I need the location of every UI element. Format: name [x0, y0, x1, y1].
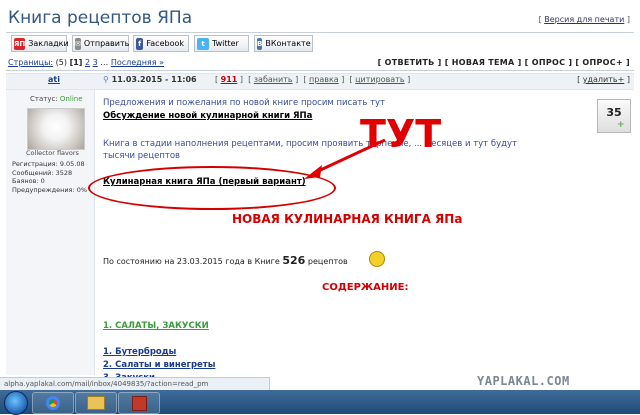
pager-label[interactable]: Страницы:	[8, 58, 53, 67]
plus-icon[interactable]: +	[617, 121, 626, 130]
edit-link[interactable]: правка	[309, 75, 339, 84]
chrome-icon	[46, 396, 60, 410]
topic-actions[interactable]: [ ОТВЕТИТЬ ] [ НОВАЯ ТЕМА ] [ ОПРОС ] [ …	[378, 58, 630, 67]
divider	[6, 32, 634, 33]
pager-current: [1]	[69, 58, 83, 67]
book-heading: НОВАЯ КУЛИНАРНАЯ КНИГА ЯПа	[232, 212, 463, 226]
user-stats: Регистрация: 9.05.08 Сообщений: 3528 Бая…	[12, 160, 88, 194]
user-status: Статус: Online	[30, 95, 83, 103]
app-icon	[131, 395, 147, 411]
taskbar-explorer[interactable]	[75, 392, 117, 414]
smiley-icon	[369, 251, 385, 267]
vk-button[interactable]: В ВКонтакте	[254, 35, 313, 52]
section-link[interactable]: 1. САЛАТЫ, ЗАКУСКИ	[103, 321, 209, 331]
body-line: тысячи рецептов	[103, 151, 181, 161]
print-version-link[interactable]: [ Версия для печати ]	[539, 15, 630, 24]
list-item[interactable]: 2. Салаты и винегреты	[103, 360, 215, 370]
pin-icon: ⚲	[103, 75, 109, 84]
twitter-button[interactable]: t Twitter	[194, 35, 249, 52]
send-button[interactable]: ✉ Отправить	[72, 35, 129, 52]
facebook-button[interactable]: f Facebook	[133, 35, 189, 52]
folder-icon	[87, 396, 105, 410]
yap-icon: ЯП	[14, 37, 26, 50]
avatar	[27, 108, 85, 150]
bookmarks-button[interactable]: ЯП Закладки	[11, 35, 69, 52]
page-title: Книга рецептов ЯПа	[8, 8, 193, 28]
list-item[interactable]: 1. Бутерброды	[103, 347, 176, 357]
start-button[interactable]	[4, 391, 28, 415]
annotation-text: ТУТ	[360, 112, 442, 156]
mail-icon: ✉	[75, 37, 81, 50]
delete-link[interactable]: [ удалить+ ]	[577, 75, 630, 84]
watermark: YAPLAKAL.COM	[477, 374, 570, 388]
divider	[6, 70, 634, 71]
annotation-oval	[88, 166, 336, 210]
recipe-count: По состоянию на 23.03.2015 года в Книге …	[103, 254, 348, 267]
taskbar-app[interactable]	[118, 392, 160, 414]
quote-link[interactable]: цитировать	[355, 75, 404, 84]
browser-status-bar: alpha.yaplakal.com/mail/inbox/4049835/?a…	[0, 377, 270, 390]
post-number[interactable]: 911	[221, 75, 238, 84]
post-actions: [ 911 ] [ забанить ] [ правка ] [ цитиро…	[215, 75, 411, 84]
discussion-link[interactable]: Обсуждение новой кулинарной книги ЯПа	[103, 111, 312, 121]
avatar-caption: Collector flavors	[26, 149, 79, 157]
facebook-icon: f	[136, 37, 144, 50]
body-line: Предложения и пожелания по новой книге п…	[103, 98, 386, 108]
pager-page-3[interactable]: 3	[93, 58, 98, 67]
pager: Страницы: (5) [1] 2 3 … Последняя »	[8, 58, 164, 67]
pager-last[interactable]: Последняя »	[111, 58, 164, 67]
post-datetime: ⚲ 11.03.2015 - 11:06	[103, 75, 197, 84]
ban-link[interactable]: забанить	[254, 75, 293, 84]
contents-heading: СОДЕРЖАНИЕ:	[322, 282, 409, 293]
twitter-icon: t	[197, 37, 209, 50]
post-author[interactable]: ati	[48, 75, 60, 84]
taskbar-chrome[interactable]	[32, 392, 74, 414]
pager-page-2[interactable]: 2	[85, 58, 90, 67]
vk-icon: В	[257, 37, 263, 50]
